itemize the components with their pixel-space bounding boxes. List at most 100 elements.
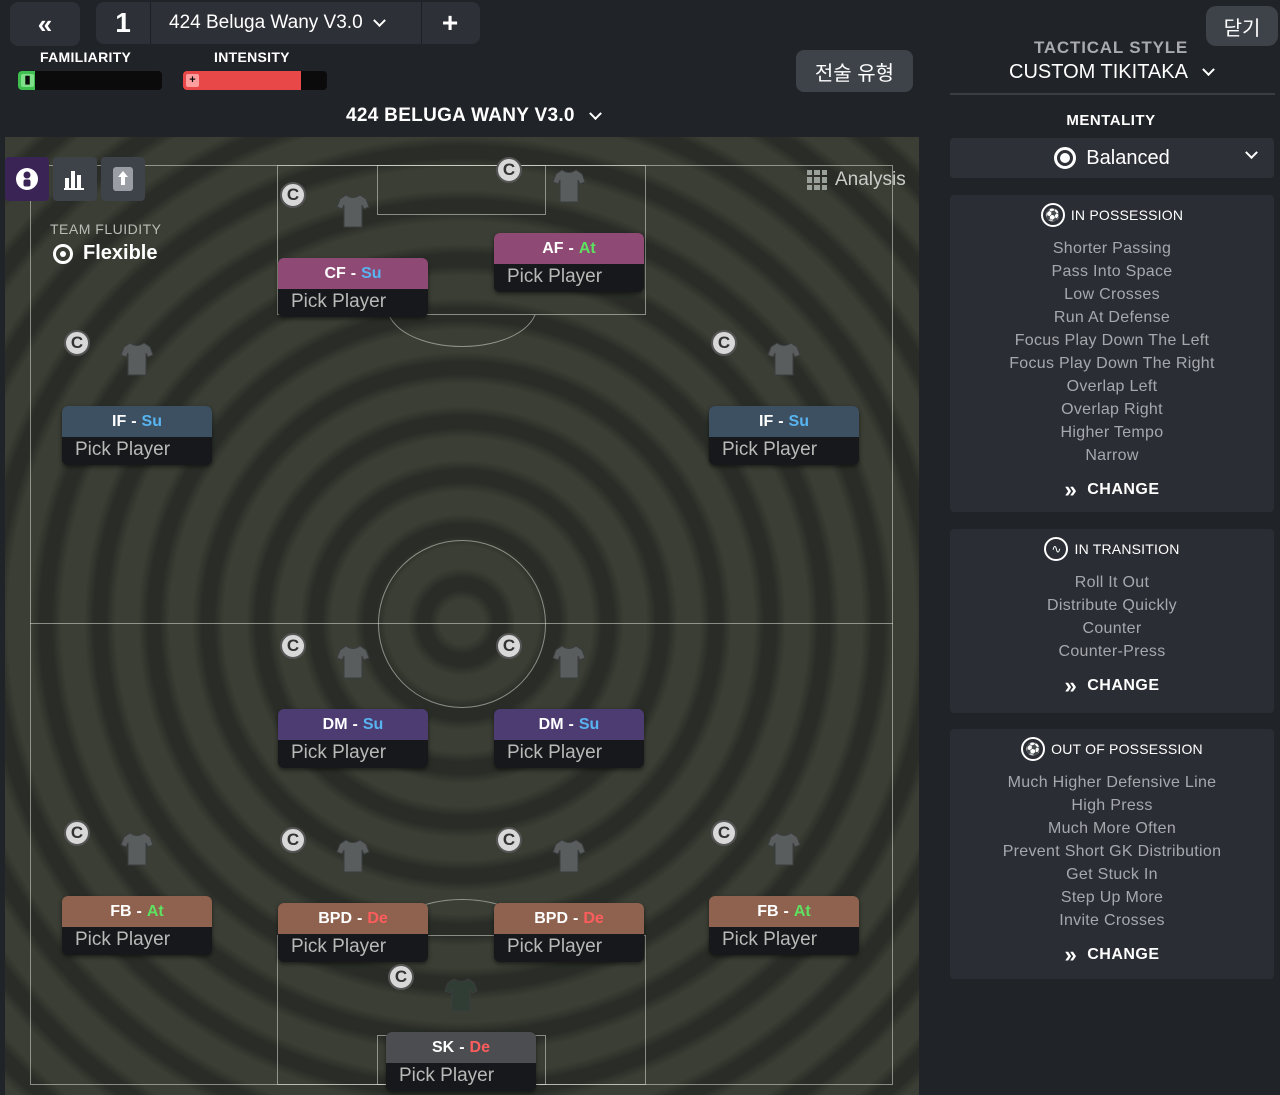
captain-badge[interactable]: C xyxy=(64,330,90,356)
role-duty: Su xyxy=(141,412,162,430)
player-card[interactable]: IF - Su Pick Player xyxy=(62,406,212,465)
tactical-style-dropdown[interactable]: CUSTOM TIKITAKA xyxy=(930,61,1280,84)
in-transition-change-button[interactable]: » CHANGE xyxy=(950,673,1274,698)
instruction-item: Much Higher Defensive Line xyxy=(1007,774,1217,791)
role-duty: De xyxy=(583,909,604,927)
change-label: CHANGE xyxy=(1087,946,1160,963)
player-card[interactable]: CF - Su Pick Player xyxy=(278,258,428,317)
captain-badge[interactable]: C xyxy=(496,633,522,659)
tactic-name-dropdown[interactable]: 424 Beluga Wany V3.0 xyxy=(151,12,421,34)
pick-player-label: Pick Player xyxy=(75,929,171,950)
player-card[interactable]: AF - At Pick Player xyxy=(494,233,644,292)
double-chevron-right-icon: » xyxy=(1064,673,1078,698)
in-possession-change-button[interactable]: » CHANGE xyxy=(950,479,1274,501)
tactical-style-value: CUSTOM TIKITAKA xyxy=(1009,61,1188,83)
player-card[interactable]: FB - At Pick Player xyxy=(62,896,212,955)
role-name: CF xyxy=(324,264,346,282)
in-transition-title: IN TRANSITION xyxy=(1074,541,1180,557)
role-bar: IF - Su xyxy=(709,406,859,437)
back-button[interactable]: « xyxy=(10,2,80,46)
formation-dropdown[interactable]: 424 BELUGA WANY V3.0 xyxy=(346,105,602,127)
grid-icon xyxy=(807,170,827,190)
pick-player-label: Pick Player xyxy=(507,936,603,957)
tactic-name: 424 Beluga Wany V3.0 xyxy=(169,12,363,33)
role-name: DM xyxy=(322,715,348,733)
pick-player-label: Pick Player xyxy=(291,742,387,763)
player-card[interactable]: FB - At Pick Player xyxy=(709,896,859,955)
transition-icon: ∿ xyxy=(1044,537,1069,561)
role-duty: Su xyxy=(361,264,382,282)
in-possession-title: IN POSSESSION xyxy=(1070,207,1184,223)
stats-bar-icon xyxy=(64,171,84,190)
mentality-value: Balanced xyxy=(1086,146,1170,169)
football-icon: ⚽ xyxy=(1021,737,1046,761)
role-name: IF xyxy=(112,412,127,430)
role-duty: At xyxy=(578,239,596,257)
instruction-item: Invite Crosses xyxy=(1059,912,1165,929)
tactic-number[interactable]: 1 xyxy=(96,7,150,39)
captain-badge[interactable]: C xyxy=(388,964,414,990)
pick-player-label: Pick Player xyxy=(75,439,171,460)
add-tactic-button[interactable]: + xyxy=(422,7,478,39)
player-card[interactable]: IF - Su Pick Player xyxy=(709,406,859,465)
team-fluidity-value[interactable]: Flexible xyxy=(53,242,157,265)
role-bar: BPD - De xyxy=(278,903,428,934)
formation-title: 424 BELUGA WANY V3.0 xyxy=(346,105,575,126)
shirt-icon xyxy=(336,194,370,228)
captain-badge[interactable]: C xyxy=(711,820,737,846)
player-card[interactable]: BPD - De Pick Player xyxy=(494,903,644,962)
in-possession-list: Shorter Passing Pass Into Space Low Crosse… xyxy=(950,237,1274,467)
change-label: CHANGE xyxy=(1087,677,1160,694)
out-of-possession-header: ⚽ OUT OF POSSESSION xyxy=(950,737,1274,761)
role-separator: - xyxy=(136,902,142,920)
captain-badge[interactable]: C xyxy=(280,633,306,659)
player-card[interactable]: BPD - De Pick Player xyxy=(278,903,428,962)
captain-badge[interactable]: C xyxy=(280,182,306,208)
role-separator: - xyxy=(783,902,789,920)
stats-view-tab[interactable] xyxy=(53,157,97,201)
instructions-view-tab[interactable] xyxy=(101,157,145,201)
familiarity-meter[interactable]: ▮ xyxy=(18,71,162,90)
mentality-icon xyxy=(1054,147,1077,169)
chevron-down-icon xyxy=(372,13,386,27)
instruction-item: Prevent Short GK Distribution xyxy=(1002,843,1222,860)
out-of-possession-change-button[interactable]: » CHANGE xyxy=(950,944,1274,966)
player-view-tab[interactable] xyxy=(5,157,49,201)
centre-circle xyxy=(378,540,546,708)
role-separator: - xyxy=(459,1038,465,1056)
captain-badge[interactable]: C xyxy=(711,330,737,356)
player-card[interactable]: DM - Su Pick Player xyxy=(278,709,428,768)
pick-player-label: Pick Player xyxy=(291,291,387,312)
instruction-item: Focus Play Down The Left xyxy=(1014,332,1210,349)
captain-badge[interactable]: C xyxy=(64,820,90,846)
role-name: DM xyxy=(538,715,564,733)
role-bar: AF - At xyxy=(494,233,644,264)
mentality-dropdown[interactable]: Balanced xyxy=(950,138,1274,178)
role-duty: Su xyxy=(788,412,809,430)
shirt-icon xyxy=(120,342,154,376)
captain-badge[interactable]: C xyxy=(280,827,306,853)
role-separator: - xyxy=(131,412,137,430)
in-possession-panel: ⚽ IN POSSESSION Shorter Passing Pass Into… xyxy=(950,195,1274,512)
role-separator: - xyxy=(568,715,574,733)
arrow-up-icon xyxy=(113,167,133,191)
role-bar: CF - Su xyxy=(278,258,428,289)
instruction-item: Low Crosses xyxy=(1064,286,1160,303)
pick-player-label: Pick Player xyxy=(399,1065,495,1086)
in-transition-header: ∿ IN TRANSITION xyxy=(950,537,1274,561)
analysis-button[interactable]: Analysis xyxy=(807,169,906,191)
pitch: Analysis TEAM FLUIDITY Flexible C CF - Su Pi… xyxy=(5,137,919,1095)
player-card[interactable]: SK - De Pick Player xyxy=(386,1032,536,1091)
role-name: IF xyxy=(759,412,774,430)
role-separator: - xyxy=(573,909,579,927)
instruction-item: Distribute Quickly xyxy=(1047,597,1177,614)
captain-badge[interactable]: C xyxy=(496,157,522,183)
instruction-item: Much More Often xyxy=(1047,820,1177,837)
shirt-icon xyxy=(767,832,801,866)
tactical-style-button[interactable]: 전술 유형 xyxy=(796,50,913,92)
role-name: AF xyxy=(542,239,564,257)
role-separator: - xyxy=(778,412,784,430)
captain-badge[interactable]: C xyxy=(496,827,522,853)
player-card[interactable]: DM - Su Pick Player xyxy=(494,709,644,768)
intensity-meter[interactable]: + xyxy=(183,71,327,90)
